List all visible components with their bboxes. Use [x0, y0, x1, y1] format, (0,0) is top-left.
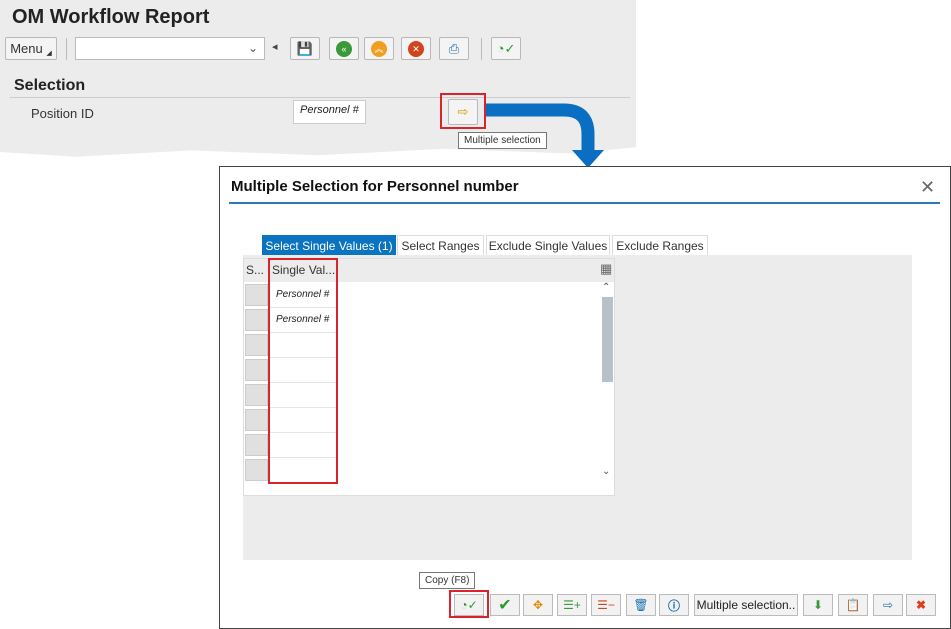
- scrollbar-thumb[interactable]: [602, 297, 613, 382]
- menu-label: Menu: [10, 41, 43, 56]
- copy-button[interactable]: ◔✓: [454, 594, 484, 616]
- table-settings-icon[interactable]: ▦: [600, 261, 612, 277]
- exit-icon[interactable]: ︽: [364, 37, 394, 60]
- multiple-selection-icon: ⇨: [457, 104, 469, 119]
- scroll-down-icon[interactable]: ⌄: [602, 466, 610, 477]
- delete-all-button[interactable]: 🗑: [626, 594, 656, 616]
- info-button[interactable]: ⓘ: [659, 594, 689, 616]
- row-selector[interactable]: [245, 459, 268, 481]
- row-selector[interactable]: [245, 284, 268, 306]
- tab-select-ranges[interactable]: Select Ranges: [397, 235, 484, 256]
- close-icon: ✖: [915, 598, 927, 612]
- execute-icon: ◔✓: [460, 598, 478, 612]
- page-title: OM Workflow Report: [12, 6, 210, 28]
- divider: [66, 38, 67, 60]
- dialog-title: Multiple Selection for Personnel number: [231, 178, 519, 195]
- insert-row-icon: ☰+: [563, 598, 581, 612]
- tab-select-single-values[interactable]: Select Single Values (1): [262, 235, 396, 256]
- trash-icon: 🗑: [633, 598, 649, 612]
- check-button[interactable]: ✔: [490, 594, 520, 616]
- menu-button[interactable]: Menu ◢: [5, 37, 57, 60]
- cancel-icon[interactable]: ✕: [401, 37, 431, 60]
- caret-left-icon[interactable]: ◂: [272, 40, 278, 53]
- section-title: Selection: [14, 77, 86, 94]
- row-selector[interactable]: [245, 409, 268, 431]
- cancel-button[interactable]: ✖: [906, 594, 936, 616]
- tab-exclude-ranges[interactable]: Exclude Ranges: [612, 235, 708, 256]
- multiple-selection-button[interactable]: ⇨: [448, 99, 478, 125]
- options-button[interactable]: ✥: [523, 594, 553, 616]
- row-selector[interactable]: [245, 359, 268, 381]
- print-icon[interactable]: ⎙: [439, 37, 469, 60]
- import-icon: ⬇: [812, 598, 824, 612]
- arrow-icon: [486, 103, 604, 168]
- delete-row-button[interactable]: ☰−: [591, 594, 621, 616]
- row-selector[interactable]: [245, 334, 268, 356]
- row-selector[interactable]: [245, 309, 268, 331]
- column-header-select[interactable]: S...: [246, 258, 264, 282]
- upload-button[interactable]: ⇨: [873, 594, 903, 616]
- clipboard-icon: 📋: [845, 598, 861, 612]
- position-id-input[interactable]: Personnel #: [293, 100, 366, 124]
- options-icon: ✥: [532, 598, 544, 612]
- paste-button[interactable]: 📋: [838, 594, 868, 616]
- execute-icon[interactable]: ◔✓: [491, 37, 521, 60]
- import-button[interactable]: ⬇: [803, 594, 833, 616]
- multiple-selection-button[interactable]: Multiple selection..: [694, 594, 798, 616]
- checkmark-icon: ✔: [498, 597, 512, 614]
- command-field[interactable]: ⌄: [75, 37, 265, 60]
- scroll-up-icon[interactable]: ⌃: [602, 282, 610, 293]
- chevron-down-icon: ⌄: [247, 41, 258, 55]
- delete-row-icon: ☰−: [597, 598, 615, 612]
- divider: [481, 38, 482, 60]
- tab-exclude-single-values[interactable]: Exclude Single Values: [486, 235, 610, 256]
- insert-row-button[interactable]: ☰+: [557, 594, 587, 616]
- save-icon[interactable]: 💾: [290, 37, 320, 60]
- divider: [229, 202, 940, 204]
- highlight-box: [268, 258, 338, 484]
- row-selector[interactable]: [245, 384, 268, 406]
- tooltip: Copy (F8): [419, 572, 476, 589]
- row-selector[interactable]: [245, 434, 268, 456]
- info-icon: ⓘ: [667, 598, 680, 613]
- upload-icon: ⇨: [882, 598, 894, 612]
- position-id-label: Position ID: [31, 106, 94, 121]
- close-icon[interactable]: ✕: [920, 177, 935, 198]
- back-icon[interactable]: «: [329, 37, 359, 60]
